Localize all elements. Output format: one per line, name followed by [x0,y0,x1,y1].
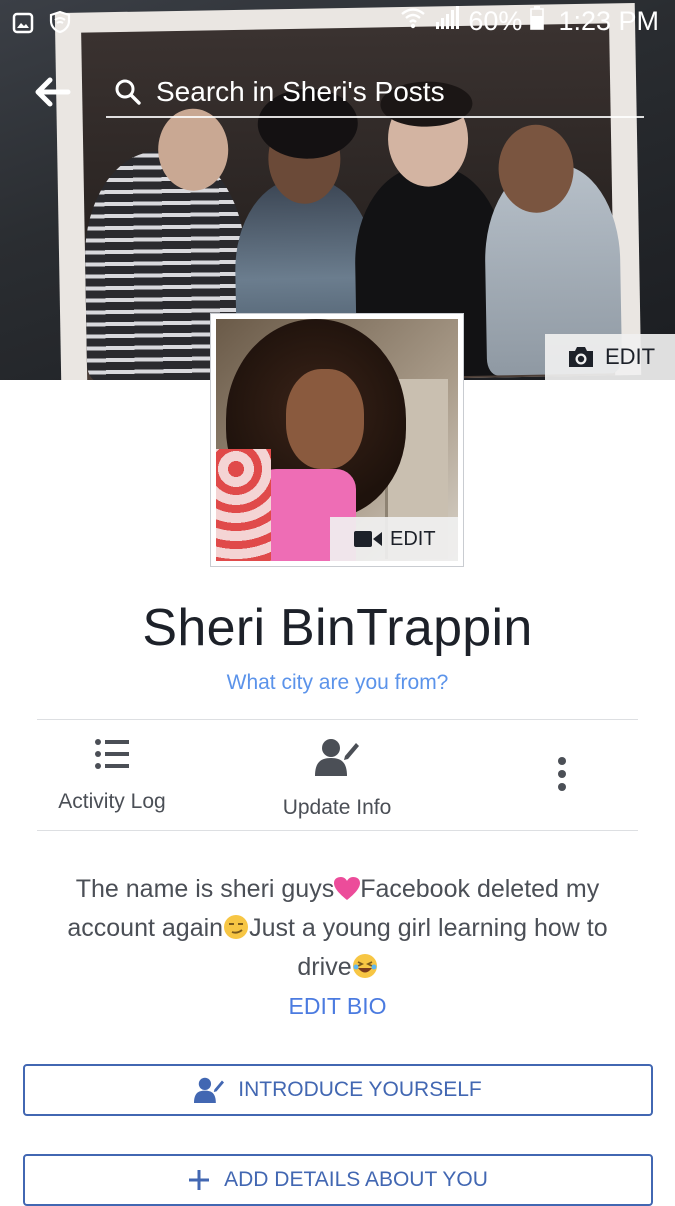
wifi-icon [400,5,426,38]
profile-photo-image: EDIT [216,319,458,561]
edit-cover-label: EDIT [605,344,656,369]
bio-text: The name is sheri guys Facebook deleted m… [60,870,615,987]
camera-icon [569,347,593,367]
introduce-yourself-button[interactable]: INTRODUCE YOURSELF [23,1064,653,1116]
more-vertical-icon [558,757,566,791]
bio-part-1: The name is sheri guys [75,875,335,903]
pink-heart-emoji [334,874,361,900]
back-button[interactable] [32,72,72,112]
battery-icon [530,6,545,37]
back-arrow-icon [35,77,71,107]
update-info-button[interactable]: Update Info [267,738,407,820]
introduce-yourself-label: INTRODUCE YOURSELF [238,1078,482,1101]
laughing-emoji [352,952,378,978]
edit-profile-picture-label: EDIT [390,527,436,550]
profile-name: Sheri BinTrappin [142,599,533,657]
shield-wifi-icon [48,10,72,41]
status-bar: 60% 1:23 PM [0,0,675,44]
divider [37,830,638,831]
profile-picture[interactable]: EDIT [211,314,463,566]
update-info-label: Update Info [282,796,392,819]
profile-photo-face [286,369,364,469]
city-prompt-link[interactable]: What city are you from? [0,671,675,695]
bio-part-3: Just a young girl learning how to drive [249,914,608,981]
list-icon [95,739,129,769]
clock: 1:23 PM [558,6,659,36]
video-camera-icon [354,531,382,547]
search-posts-input[interactable]: Search in Sheri's Posts [106,68,644,118]
add-details-label: ADD DETAILS ABOUT YOU [224,1168,488,1191]
edit-bio-link[interactable]: EDIT BIO [0,993,675,1020]
plus-icon [189,1170,210,1190]
more-options-button[interactable] [540,756,584,796]
user-edit-icon [194,1077,225,1103]
edit-cover-button[interactable]: EDIT [545,334,675,380]
activity-log-label: Activity Log [58,790,166,813]
divider [37,719,638,720]
search-placeholder: Search in Sheri's Posts [156,76,445,107]
gallery-notification-icon [12,10,34,41]
smirk-emoji [223,913,249,939]
profile-photo-jacket [216,449,271,561]
edit-profile-picture-button[interactable]: EDIT [330,517,458,561]
user-edit-icon [315,739,359,776]
search-icon [115,79,141,105]
add-details-button[interactable]: ADD DETAILS ABOUT YOU [23,1154,653,1206]
battery-percent: 60% [468,6,523,36]
activity-log-button[interactable]: Activity Log [42,738,182,814]
signal-icon [434,6,460,37]
